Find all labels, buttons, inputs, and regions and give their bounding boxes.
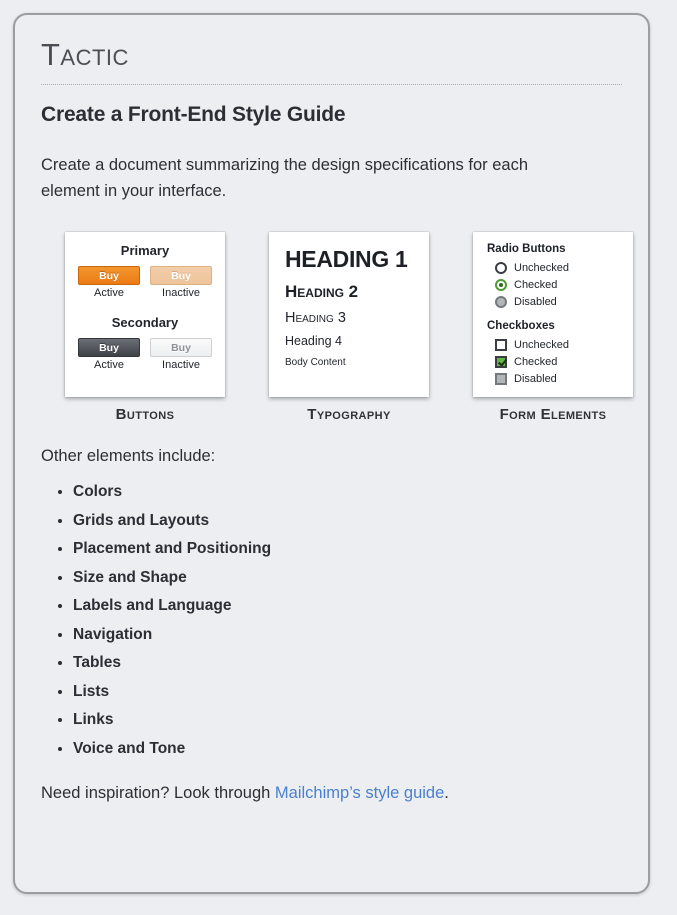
list-item: Lists bbox=[73, 684, 622, 700]
tactic-card: Tactic Create a Front-End Style Guide Cr… bbox=[13, 13, 650, 894]
primary-group-label: Primary bbox=[120, 243, 170, 259]
radio-disabled-icon bbox=[495, 296, 507, 309]
other-elements-lead: Other elements include: bbox=[41, 447, 216, 466]
section-eyebrow: Tactic bbox=[41, 39, 622, 85]
footer-note: Need inspiration? Look through Mailchimp… bbox=[41, 784, 622, 803]
buttons-card-caption: Buttons bbox=[115, 406, 175, 424]
type-sample-h3: Heading 3 bbox=[285, 310, 346, 327]
primary-button-row: Buy Active Buy Inactive bbox=[75, 266, 215, 299]
checkbox-disabled-icon bbox=[495, 373, 507, 386]
radio-row-unchecked[interactable]: Unchecked bbox=[487, 260, 633, 276]
checkbox-group-label: Checkboxes bbox=[487, 320, 555, 333]
list-item: Labels and Language bbox=[73, 598, 622, 614]
secondary-active-cell: Buy Active bbox=[78, 338, 140, 371]
other-elements-list: Colors Grids and Layouts Placement and P… bbox=[51, 484, 622, 756]
primary-active-cell: Buy Active bbox=[78, 266, 140, 299]
card-typography-column: HEADING 1 Heading 2 Heading 3 Heading 4 … bbox=[269, 232, 429, 423]
footer-note-suffix: . bbox=[444, 784, 449, 803]
card-inner: Tactic Create a Front-End Style Guide Cr… bbox=[15, 15, 648, 803]
secondary-button-row: Buy Active Buy Inactive bbox=[75, 338, 215, 371]
example-cards-row: Primary Buy Active Buy Inactive Secondar… bbox=[65, 232, 633, 423]
radio-row-checked[interactable]: Checked bbox=[487, 277, 633, 293]
secondary-active-button[interactable]: Buy bbox=[78, 338, 140, 358]
card-buttons-column: Primary Buy Active Buy Inactive Secondar… bbox=[65, 232, 225, 423]
buttons-card: Primary Buy Active Buy Inactive Secondar… bbox=[65, 232, 225, 398]
checkbox-checked-label: Checked bbox=[514, 356, 558, 369]
primary-active-button[interactable]: Buy bbox=[78, 266, 140, 286]
list-item: Colors bbox=[73, 484, 622, 500]
list-item: Grids and Layouts bbox=[73, 513, 622, 529]
intro-paragraph: Create a document summarizing the design… bbox=[41, 156, 528, 200]
checkbox-unchecked-label: Unchecked bbox=[514, 339, 570, 352]
radio-checked-label: Checked bbox=[514, 279, 558, 292]
form-elements-card-caption: Form Elements bbox=[499, 406, 607, 424]
checkbox-row-unchecked[interactable]: Unchecked bbox=[487, 337, 633, 353]
page-title: Create a Front-End Style Guide bbox=[41, 103, 346, 126]
list-item: Navigation bbox=[73, 627, 622, 643]
secondary-active-state-label: Active bbox=[94, 359, 124, 372]
checkbox-checked-icon[interactable] bbox=[495, 356, 507, 369]
mailchimp-style-guide-link[interactable]: Mailchimp’s style guide bbox=[275, 784, 444, 802]
footer-note-prefix: Need inspiration? Look through bbox=[41, 784, 275, 803]
checkbox-row-checked[interactable]: Checked bbox=[487, 354, 633, 370]
form-elements-card: Radio Buttons Unchecked Checked Disabled bbox=[473, 232, 633, 398]
list-item: Voice and Tone bbox=[73, 741, 622, 757]
card-form-elements-column: Radio Buttons Unchecked Checked Disabled bbox=[473, 232, 633, 423]
primary-active-state-label: Active bbox=[94, 287, 124, 300]
secondary-group-label: Secondary bbox=[111, 315, 179, 331]
typography-card-caption: Typography bbox=[307, 406, 391, 424]
secondary-inactive-cell: Buy Inactive bbox=[150, 338, 212, 371]
radio-group-label: Radio Buttons bbox=[487, 243, 566, 256]
secondary-inactive-state-label: Inactive bbox=[162, 359, 200, 372]
type-sample-body: Body Content bbox=[285, 357, 346, 369]
button-group-spacer bbox=[75, 301, 215, 315]
list-item: Links bbox=[73, 712, 622, 728]
radio-unchecked-icon[interactable] bbox=[495, 262, 507, 275]
typography-card: HEADING 1 Heading 2 Heading 3 Heading 4 … bbox=[269, 232, 429, 398]
secondary-inactive-button: Buy bbox=[150, 338, 212, 358]
primary-inactive-cell: Buy Inactive bbox=[150, 266, 212, 299]
list-item: Size and Shape bbox=[73, 570, 622, 586]
radio-disabled-label: Disabled bbox=[514, 296, 557, 309]
type-sample-h4: Heading 4 bbox=[285, 334, 342, 349]
type-sample-h2: Heading 2 bbox=[285, 282, 359, 302]
radio-unchecked-label: Unchecked bbox=[514, 262, 570, 275]
form-group-spacer bbox=[487, 311, 633, 320]
type-sample-h1: HEADING 1 bbox=[285, 246, 408, 273]
checkbox-unchecked-icon[interactable] bbox=[495, 339, 507, 352]
primary-inactive-state-label: Inactive bbox=[162, 287, 200, 300]
checkbox-row-disabled: Disabled bbox=[487, 371, 633, 387]
checkbox-disabled-label: Disabled bbox=[514, 373, 557, 386]
list-item: Tables bbox=[73, 655, 622, 671]
radio-row-disabled: Disabled bbox=[487, 294, 633, 310]
list-item: Placement and Positioning bbox=[73, 541, 622, 557]
primary-inactive-button: Buy bbox=[150, 266, 212, 286]
radio-checked-icon[interactable] bbox=[495, 279, 507, 292]
